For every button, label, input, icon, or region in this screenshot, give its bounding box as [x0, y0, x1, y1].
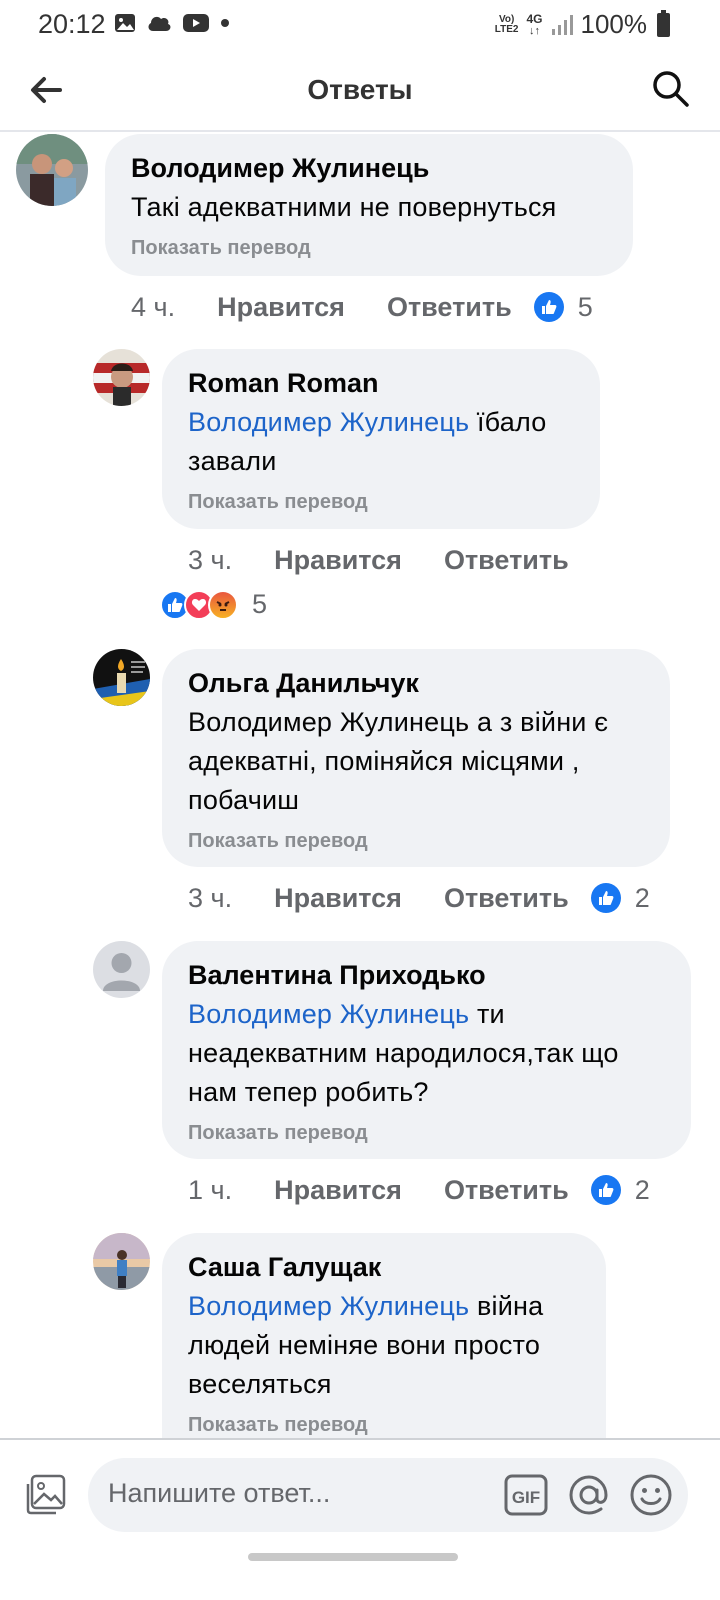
mention-icon[interactable]	[566, 1472, 612, 1518]
show-translation-link[interactable]: Показать перевод	[188, 1120, 665, 1146]
photo-icon[interactable]	[24, 1472, 68, 1516]
comment-text: Такі адекватними не повернуться	[131, 192, 557, 222]
reaction-count[interactable]: 5	[160, 589, 267, 620]
like-reaction-icon	[533, 292, 564, 322]
angry-reaction-icon	[208, 589, 238, 620]
app-header: Ответы	[0, 50, 720, 132]
comment-actions: 3 ч. Нравится Ответить 2	[188, 878, 650, 918]
reply-button[interactable]: Ответить	[387, 292, 512, 323]
reply-input[interactable]: Напишите ответ... GIF	[88, 1458, 688, 1532]
comment-bubble[interactable]: Ольга Данильчук Володимер Жулинець а з в…	[162, 649, 670, 867]
reaction-count[interactable]: 5	[533, 292, 593, 323]
comment-bubble[interactable]: Roman Roman Володимер Жулинець їбало зав…	[162, 349, 600, 529]
like-button[interactable]: Нравится	[274, 1175, 402, 1206]
dot-icon	[221, 19, 229, 27]
mention-link[interactable]: Володимер Жулинець	[188, 1291, 469, 1321]
comment-time: 3 ч.	[188, 882, 233, 913]
mention-link[interactable]: Володимер Жулинець	[188, 407, 469, 437]
status-bar: 20:12 Vo) LTE2 4G ↓↑ 100%	[0, 0, 720, 50]
notification-icons	[114, 12, 230, 34]
reply-button[interactable]: Ответить	[444, 545, 569, 576]
comment-author[interactable]: Валентина Приходько	[188, 957, 665, 993]
reaction-count[interactable]: 2	[590, 883, 650, 914]
like-button[interactable]: Нравится	[274, 545, 402, 576]
comment-bubble[interactable]: Саша Галущак Володимер Жулинець війна лю…	[162, 1233, 606, 1438]
search-icon[interactable]	[650, 68, 690, 108]
comment-bubble[interactable]: Валентина Приходько Володимер Жулинець т…	[162, 941, 691, 1159]
like-reaction-icon	[590, 1175, 621, 1205]
like-button[interactable]: Нравится	[274, 883, 402, 914]
volte-label: Vo) LTE2	[494, 13, 519, 35]
svg-text:GIF: GIF	[512, 1488, 540, 1507]
comment-actions: 4 ч. Нравится Ответить 5	[131, 287, 593, 327]
gif-icon[interactable]: GIF	[504, 1474, 548, 1516]
show-translation-link[interactable]: Показать перевод	[188, 1412, 580, 1438]
comment-text: Володимер Жулинець їбало завали	[188, 407, 547, 476]
comment-author[interactable]: Ольга Данильчук	[188, 665, 644, 701]
home-indicator[interactable]	[248, 1553, 458, 1561]
comment-text: Володимер Жулинець війна людей неміняе в…	[188, 1291, 544, 1399]
comment-time: 1 ч.	[188, 1174, 233, 1205]
mention-link[interactable]: Володимер Жулинець	[188, 999, 469, 1029]
like-button[interactable]: Нравится	[217, 292, 345, 323]
gallery-icon	[115, 14, 135, 32]
show-translation-link[interactable]: Показать перевод	[131, 235, 607, 261]
reply-button[interactable]: Ответить	[444, 883, 569, 914]
battery-icon	[657, 9, 670, 37]
avatar[interactable]	[93, 349, 150, 406]
status-right: Vo) LTE2 4G ↓↑ 100%	[495, 9, 670, 40]
battery-percent: 100%	[580, 9, 648, 39]
signal-icon	[551, 14, 573, 35]
network-type: 4G ↓↑	[526, 11, 543, 37]
avatar[interactable]	[16, 134, 88, 206]
avatar[interactable]	[93, 1233, 150, 1290]
avatar[interactable]	[93, 649, 150, 706]
show-translation-link[interactable]: Показать перевод	[188, 828, 644, 854]
comment-author[interactable]: Саша Галущак	[188, 1249, 580, 1285]
status-time: 20:12	[38, 9, 106, 39]
youtube-icon	[183, 14, 209, 32]
reply-input-placeholder: Напишите ответ...	[108, 1478, 331, 1508]
comment-author[interactable]: Володимер Жулинець	[131, 150, 607, 186]
comment-actions: 1 ч. Нравится Ответить 2	[188, 1170, 650, 1210]
reply-button[interactable]: Ответить	[444, 1175, 569, 1206]
reaction-count[interactable]: 2	[590, 1175, 650, 1206]
avatar[interactable]	[93, 941, 150, 998]
reaction-stack	[160, 589, 238, 620]
comment-time: 3 ч.	[188, 544, 233, 575]
like-reaction-icon	[590, 883, 621, 913]
cloud-icon	[148, 16, 171, 31]
comment-text: Володимер Жулинець ти неадекватним народ…	[188, 999, 619, 1107]
emoji-icon[interactable]	[628, 1472, 674, 1518]
comment-time: 4 ч.	[131, 291, 176, 322]
reply-composer: Напишите ответ... GIF	[0, 1438, 720, 1600]
comment-actions: 3 ч. Нравится Ответить	[188, 540, 611, 580]
comment-text: Володимер Жулинець а з війни є адекватні…	[188, 707, 609, 815]
comment-bubble[interactable]: Володимер Жулинець Такі адекватними не п…	[105, 134, 633, 276]
show-translation-link[interactable]: Показать перевод	[188, 489, 574, 515]
comment-author[interactable]: Roman Roman	[188, 365, 574, 401]
page-title: Ответы	[307, 74, 413, 105]
